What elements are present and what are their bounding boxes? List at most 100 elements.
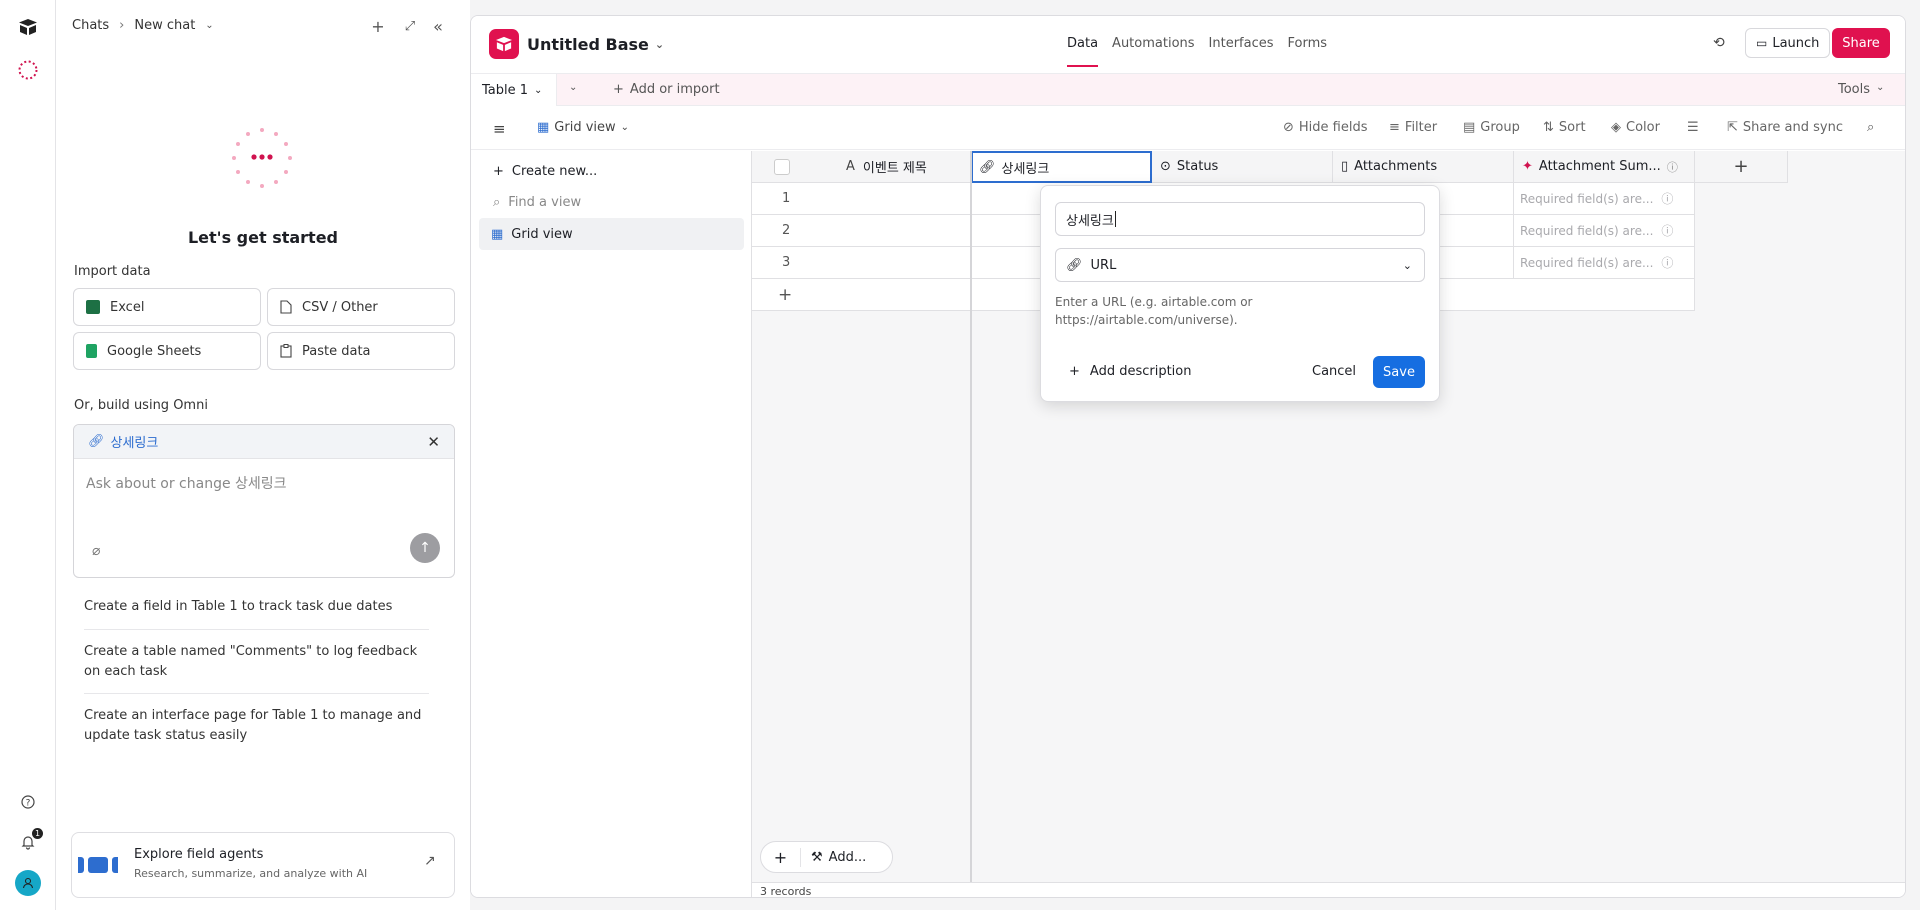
color-button[interactable]: ◈ Color <box>1611 120 1660 135</box>
account-icon[interactable] <box>15 870 41 896</box>
breadcrumb-chats[interactable]: Chats <box>72 18 109 33</box>
chevron-down-icon: ⌄ <box>1402 258 1412 272</box>
agents-title: Explore field agents <box>134 847 264 862</box>
base-icon[interactable] <box>489 29 519 59</box>
field-type-select[interactable]: 🔗︎ URL ⌄ <box>1055 248 1425 282</box>
view-switcher[interactable]: ▦ Grid view ⌄ <box>537 120 629 135</box>
table-tab[interactable]: Table 1 ⌄ <box>471 74 557 106</box>
column-header-selected[interactable]: 🔗︎ 상세링크 <box>971 151 1152 183</box>
suggestion-item[interactable]: Create a field in Table 1 to track task … <box>84 597 429 617</box>
cancel-button[interactable]: Cancel <box>1312 364 1356 379</box>
hide-fields-button[interactable]: ⊘ Hide fields <box>1283 120 1368 135</box>
breadcrumb-new-chat[interactable]: New chat <box>134 18 195 33</box>
column-header[interactable]: ✦ Attachment Sum... ⓘ <box>1514 151 1695 183</box>
add-or-import-button[interactable]: + Add or import <box>613 82 720 97</box>
add-description-button[interactable]: + Add description <box>1069 364 1192 379</box>
notification-badge: 1 <box>32 828 43 839</box>
ai-cell[interactable]: Required field(s) are... ⓘ <box>1514 183 1695 215</box>
tab-interfaces[interactable]: Interfaces <box>1209 36 1274 51</box>
frozen-column-divider <box>970 151 972 897</box>
file-icon: ▯ <box>1341 159 1349 174</box>
field-config-popup: 상세링크 🔗︎ URL ⌄ Enter a URL (e.g. airtable… <box>1040 185 1440 402</box>
agents-subtitle: Research, summarize, and analyze with AI <box>134 867 368 880</box>
view-toolbar: ≡ ▦ Grid view ⌄ ⊘ Hide fields ≡ Filter ▤ Gr… <box>471 106 1905 150</box>
tools-menu[interactable]: Tools ⌄ <box>1838 82 1884 97</box>
tab-automations[interactable]: Automations <box>1112 36 1195 51</box>
bottom-add-bar: + ⚒ Add... <box>760 841 893 873</box>
context-tag: 🔗︎ 상세링크 ✕ <box>74 425 454 459</box>
column-header[interactable]: A 이벤트 제목 <box>752 151 971 183</box>
create-new-view-button[interactable]: + Create new... <box>493 164 597 179</box>
menu-icon[interactable]: ≡ <box>493 120 506 138</box>
explore-field-agents-card[interactable]: Explore field agents Research, summarize… <box>71 832 455 898</box>
row-height-icon[interactable]: ☰ <box>1687 120 1699 135</box>
add-field-button[interactable]: + <box>1695 151 1788 183</box>
column-header[interactable]: ⊙ Status <box>1152 151 1333 183</box>
plus-icon: + <box>613 82 624 97</box>
table-row[interactable]: 2 <box>752 215 971 247</box>
history-icon[interactable]: ⟲ <box>1713 35 1725 51</box>
tables-dropdown-icon[interactable]: ⌄ <box>569 82 577 93</box>
table-row[interactable]: 3 <box>752 247 971 279</box>
base-name[interactable]: Untitled Base ⌄ <box>527 35 664 54</box>
record-count: 3 records <box>760 885 812 898</box>
field-agents-icon <box>78 846 128 884</box>
eye-off-icon: ⊘ <box>1283 120 1294 135</box>
launch-button[interactable]: ▭ Launch <box>1745 28 1831 58</box>
link-icon: 🔗︎ <box>88 434 105 449</box>
sort-button[interactable]: ⇅ Sort <box>1543 120 1586 135</box>
import-excel-button[interactable]: Excel <box>73 288 261 326</box>
find-view-input[interactable]: ⌕ Find a view <box>493 195 581 210</box>
link-icon: 🔗︎ <box>979 159 996 175</box>
send-button[interactable]: ↑ <box>410 533 440 563</box>
import-google-sheets-button[interactable]: Google Sheets <box>73 332 261 370</box>
views-sidebar: + Create new... ⌕ Find a view ▦ Grid view <box>471 151 752 897</box>
add-with-ai-button[interactable]: ⚒ Add... <box>801 850 866 865</box>
share-button[interactable]: Share <box>1832 28 1890 58</box>
chevron-down-icon[interactable]: ⌄ <box>205 20 213 31</box>
chevron-down-icon: ⌄ <box>654 38 665 51</box>
grid-icon: ▦ <box>491 226 504 242</box>
chevron-down-icon: ⌄ <box>1876 82 1885 93</box>
omni-input-box: 🔗︎ 상세링크 ✕ Ask about or change 상세링크 ⌀ ↑ <box>73 424 455 578</box>
chat-input[interactable]: Ask about or change 상세링크 <box>86 473 287 493</box>
share-and-sync-button[interactable]: ⇱ Share and sync <box>1727 120 1843 135</box>
excel-icon <box>86 300 100 314</box>
expand-icon[interactable]: ⤢ <box>400 16 420 36</box>
collapse-panel-icon[interactable]: « <box>428 16 448 36</box>
add-record-icon[interactable]: + <box>761 847 801 867</box>
attach-icon[interactable]: ⌀ <box>92 543 100 559</box>
ai-cell[interactable]: Required field(s) are... ⓘ <box>1514 247 1695 279</box>
filter-icon: ≡ <box>1389 120 1400 135</box>
bell-icon[interactable]: 1 <box>16 828 43 854</box>
search-icon: ⌕ <box>493 195 501 210</box>
omni-icon[interactable] <box>16 58 40 82</box>
info-icon: ⓘ <box>1666 160 1678 174</box>
close-icon[interactable]: ✕ <box>427 433 440 451</box>
import-csv-button[interactable]: CSV / Other <box>267 288 455 326</box>
search-icon[interactable]: ⌕ <box>1867 120 1874 135</box>
filter-button[interactable]: ≡ Filter <box>1389 120 1437 135</box>
paste-data-button[interactable]: Paste data <box>267 332 455 370</box>
divider <box>84 629 429 630</box>
save-button[interactable]: Save <box>1373 356 1425 388</box>
airtable-logo-icon[interactable] <box>16 15 40 39</box>
group-icon: ▤ <box>1463 120 1476 135</box>
chevron-right-icon: › <box>119 18 125 33</box>
tab-data[interactable]: Data <box>1067 36 1099 67</box>
suggestion-item[interactable]: Create a table named "Comments" to log f… <box>84 642 429 682</box>
table-row[interactable]: 1 <box>752 183 971 215</box>
column-header[interactable]: ▯ Attachments <box>1333 151 1514 183</box>
ai-cell[interactable]: Required field(s) are... ⓘ <box>1514 215 1695 247</box>
tab-forms[interactable]: Forms <box>1288 36 1328 51</box>
new-chat-button[interactable]: + <box>368 16 388 36</box>
help-icon[interactable]: ? <box>16 790 40 814</box>
select-all-checkbox[interactable] <box>774 158 790 175</box>
arrow-up-right-icon: ↗ <box>424 853 436 869</box>
text-field-icon: A <box>846 159 855 174</box>
plus-icon: + <box>1069 364 1080 379</box>
group-button[interactable]: ▤ Group <box>1463 120 1520 135</box>
sidebar-item-grid-view[interactable]: ▦ Grid view <box>479 218 744 250</box>
field-name-input[interactable]: 상세링크 <box>1055 202 1425 236</box>
suggestion-item[interactable]: Create an interface page for Table 1 to … <box>84 706 429 746</box>
